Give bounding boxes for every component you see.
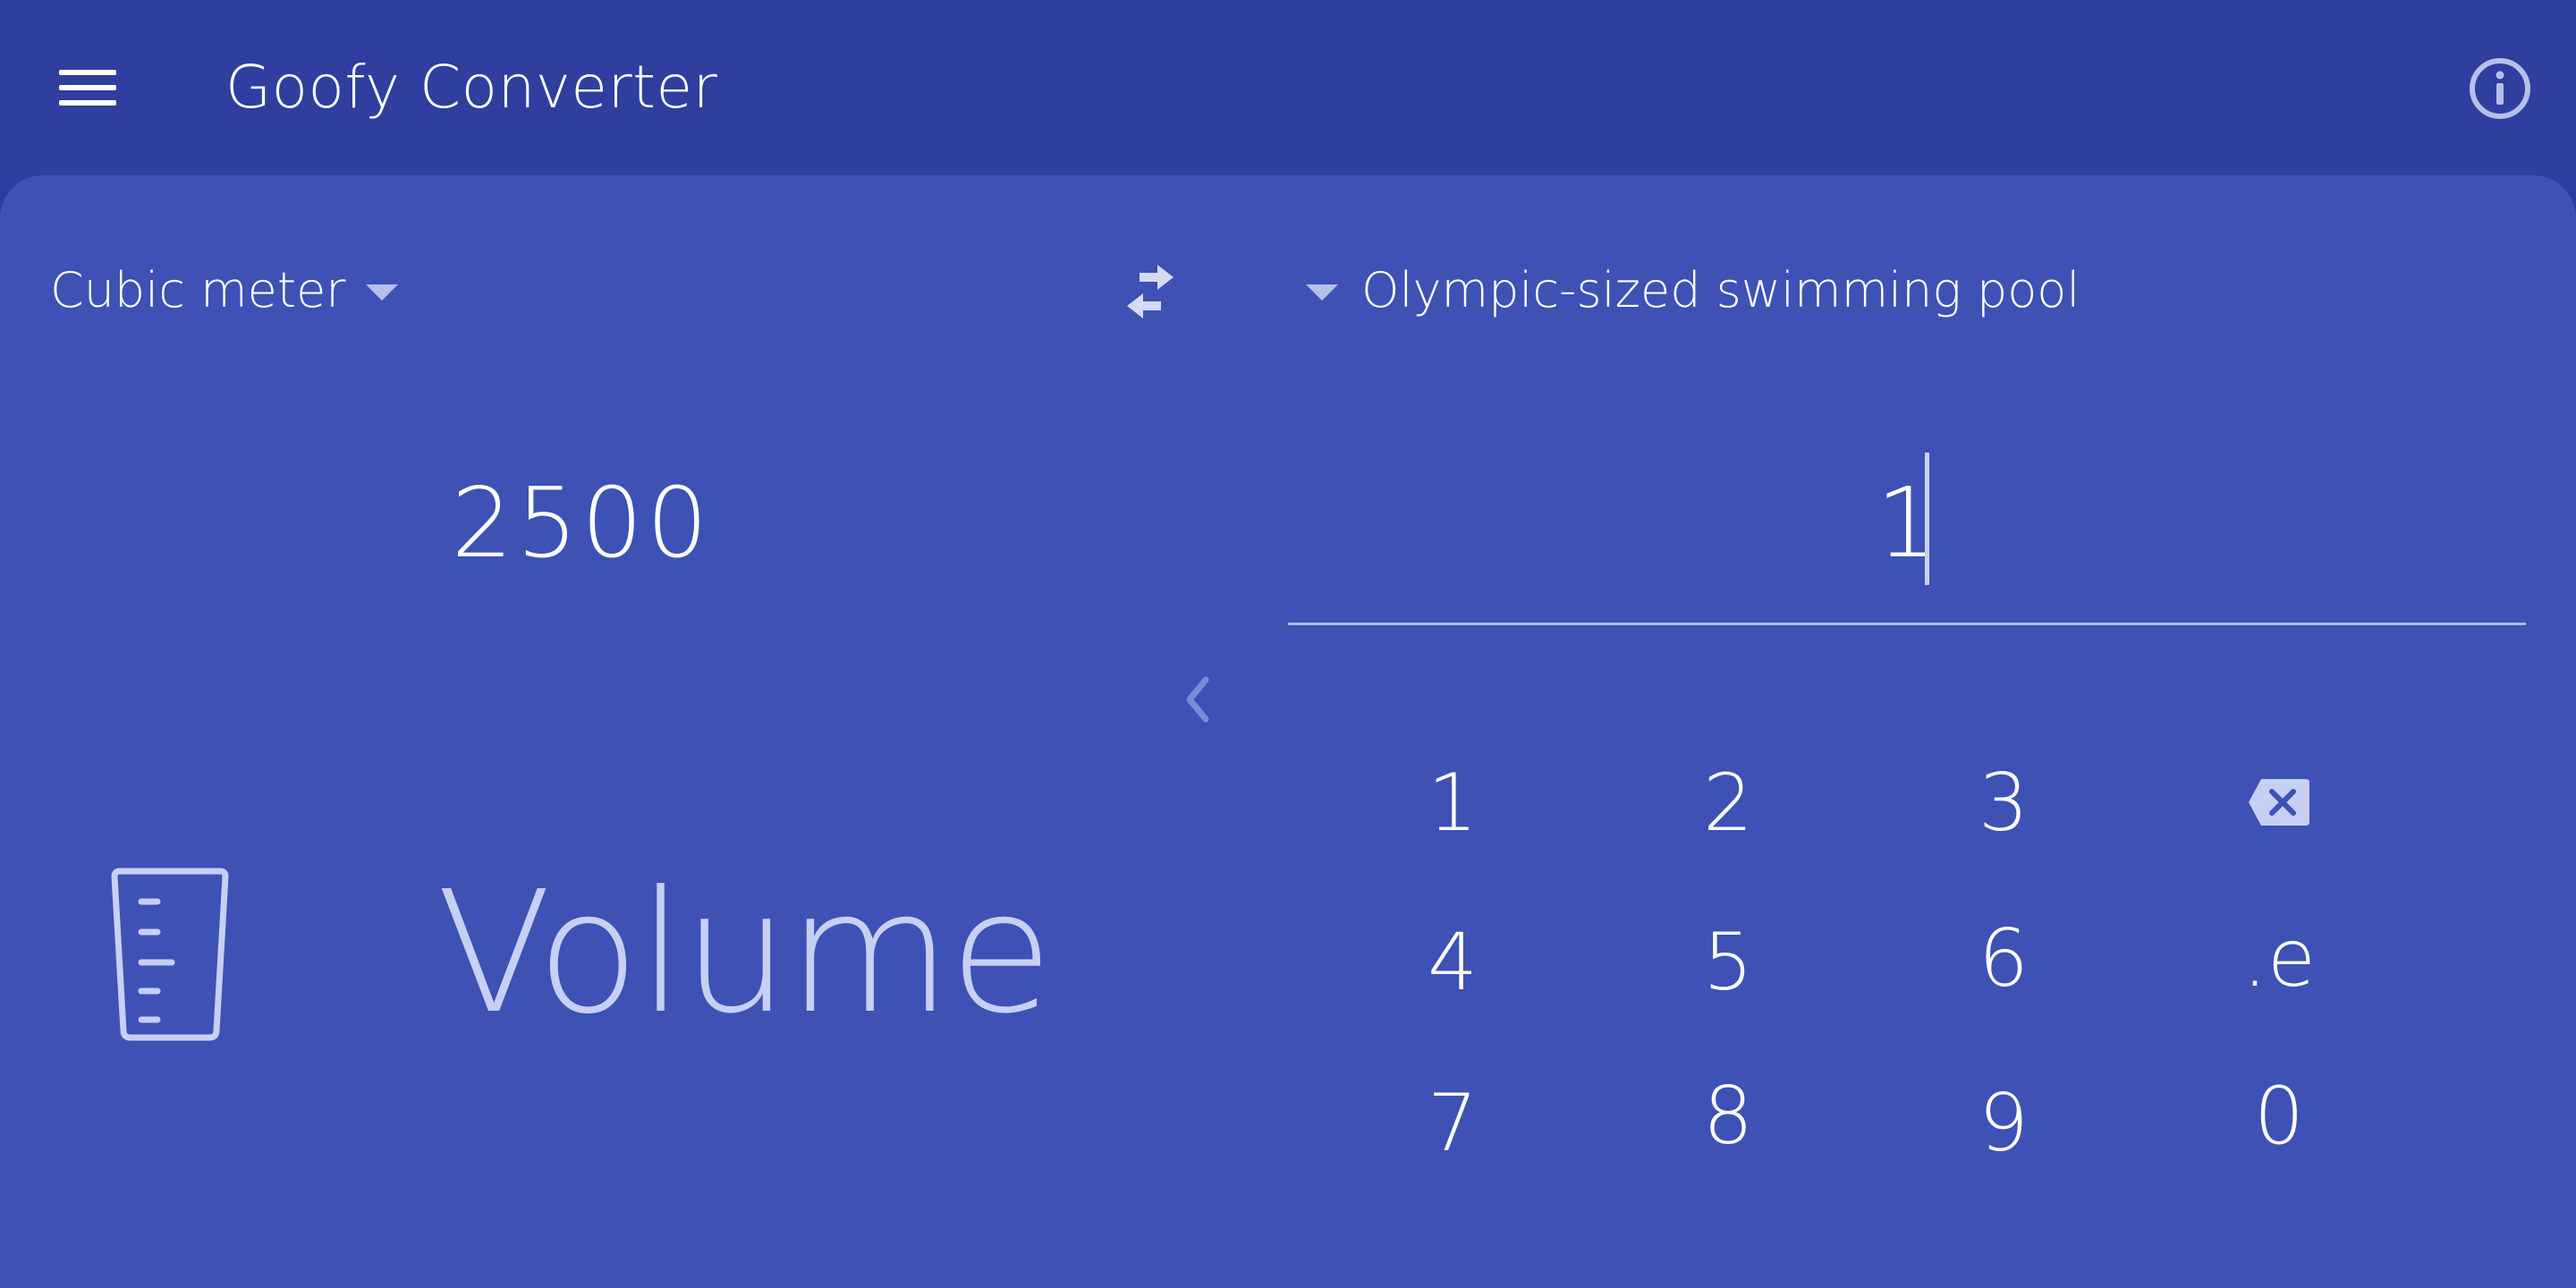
backspace-icon (2249, 779, 2309, 826)
swap-icon (1127, 265, 1174, 318)
app-title: Goofy Converter (225, 53, 718, 122)
keypad-key-1[interactable]: 1 (1363, 735, 1542, 869)
to-value-text: 1 (1876, 468, 1938, 580)
top-app-bar: Goofy Converter (0, 0, 2576, 175)
category-label: Volume (436, 855, 1053, 1051)
app-root: Goofy Converter Cubic meter Olympic-size… (0, 0, 2576, 1288)
input-underline (1288, 623, 2526, 625)
keypad-key-6[interactable]: 6 (1914, 891, 2093, 1025)
text-cursor (1925, 453, 1929, 585)
keypad-key-2[interactable]: 2 (1639, 735, 1818, 869)
from-value-display[interactable]: 2500 (394, 462, 769, 587)
from-unit-dropdown[interactable]: Cubic meter (50, 259, 398, 322)
swap-units-button[interactable] (1113, 254, 1188, 329)
info-icon[interactable] (2467, 55, 2533, 122)
keypad-key-4[interactable]: 4 (1363, 894, 1542, 1029)
keypad-key-8[interactable]: 8 (1639, 1048, 1818, 1182)
keypad-key-9[interactable]: 9 (1914, 1055, 2093, 1190)
converter-panel: Cubic meter Olympic-sized swimming pool … (0, 175, 2576, 1288)
keypad-key-3[interactable]: 3 (1914, 735, 2093, 869)
to-value-input[interactable]: 1 (1288, 444, 2526, 628)
chevron-down-icon (1306, 284, 1338, 301)
backspace-button[interactable] (2190, 735, 2368, 869)
menu-icon[interactable] (43, 52, 132, 123)
keypad-key-5[interactable]: 5 (1639, 894, 1818, 1029)
to-unit-dropdown[interactable]: Olympic-sized swimming pool (1306, 259, 2080, 322)
chevron-down-icon (365, 284, 398, 301)
to-unit-label: Olympic-sized swimming pool (1361, 262, 2080, 318)
keypad-key-exponent[interactable]: .e (2190, 891, 2368, 1025)
from-unit-label: Cubic meter (50, 262, 346, 318)
beaker-icon[interactable] (104, 864, 236, 1043)
keypad-key-7[interactable]: 7 (1363, 1055, 1542, 1190)
chevron-left-icon[interactable] (1172, 667, 1225, 732)
keypad-key-0[interactable]: 0 (2190, 1048, 2368, 1182)
